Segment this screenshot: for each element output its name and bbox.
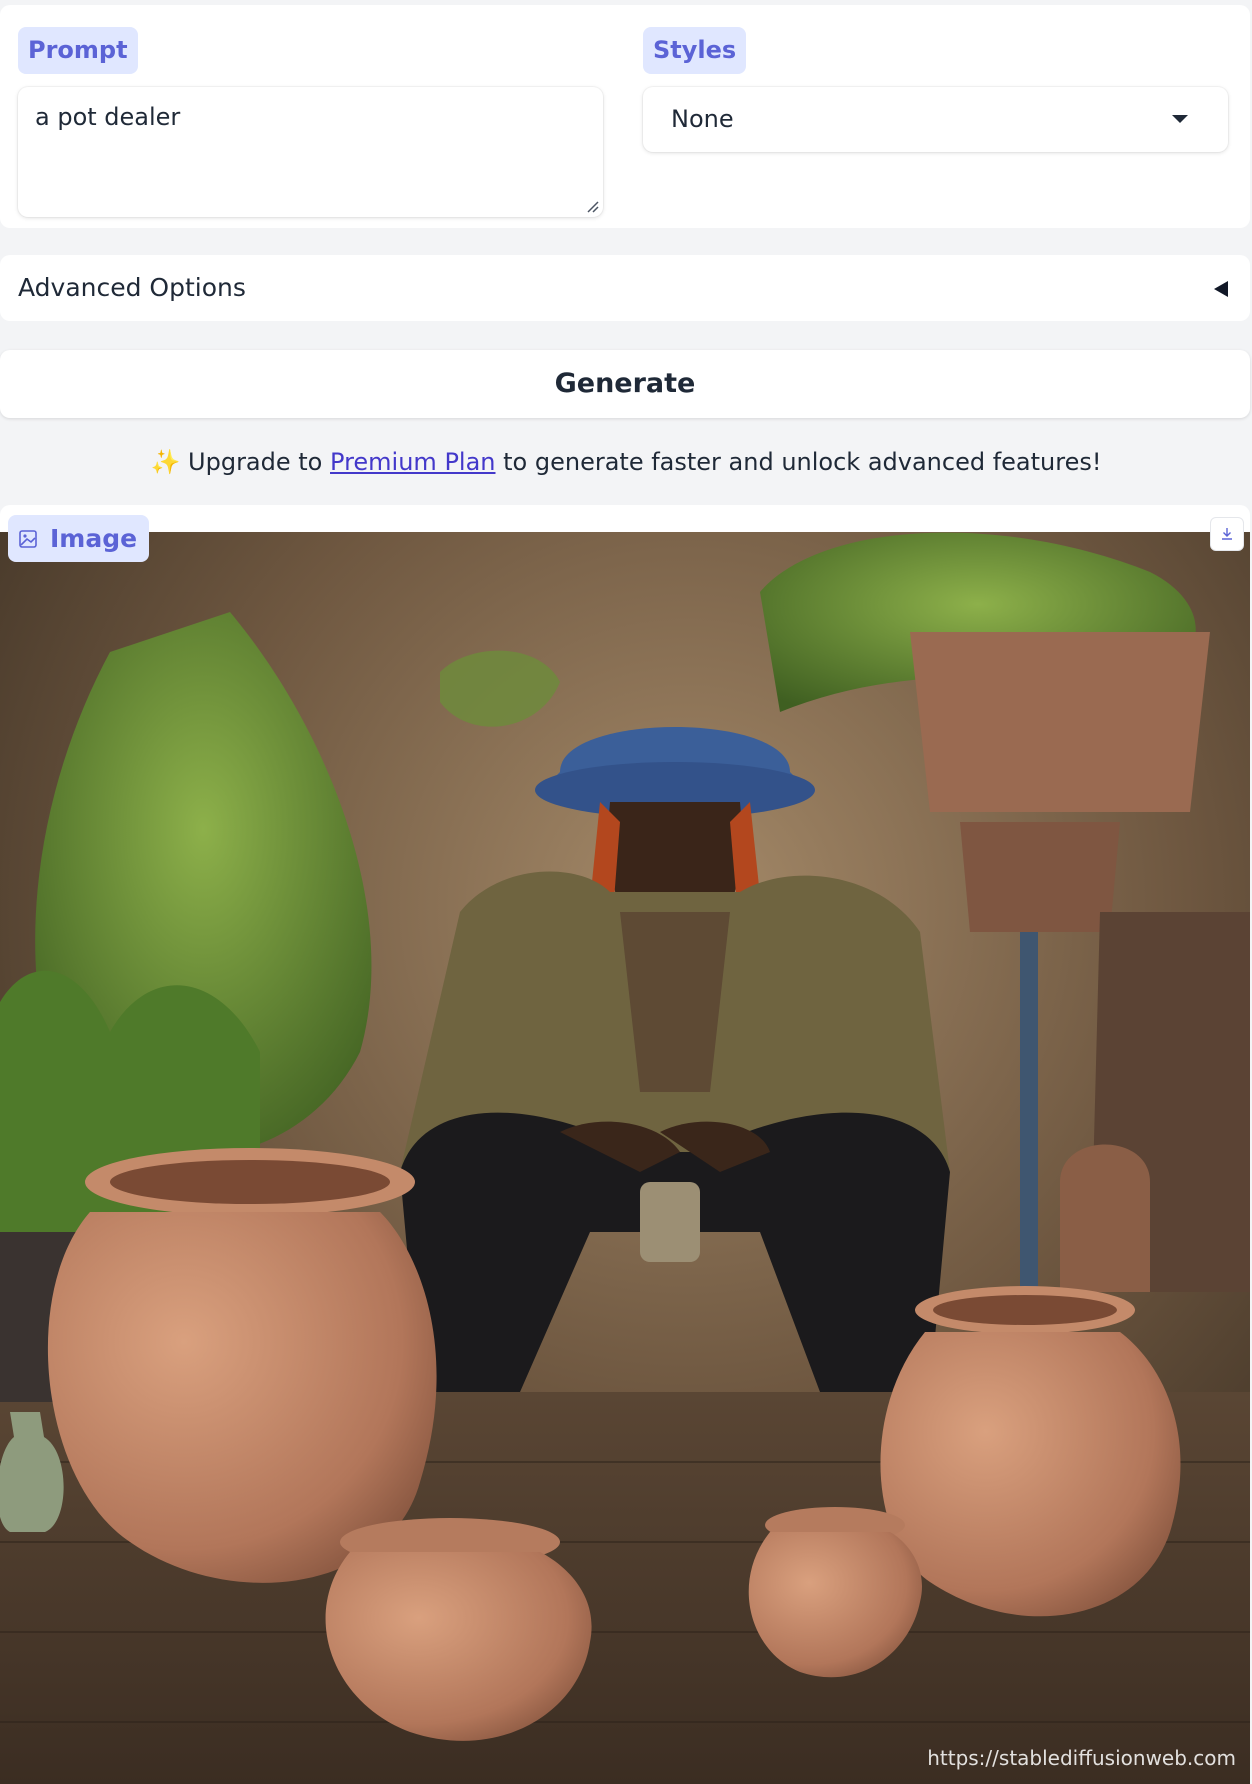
upgrade-text-after: to generate faster and unlock advanced f… [503, 448, 1102, 476]
input-card: Prompt a pot dealer Styles None [0, 5, 1250, 228]
image-label-badge: Image [8, 515, 150, 562]
advanced-options-label: Advanced Options [18, 273, 246, 302]
download-button[interactable] [1210, 517, 1244, 551]
resize-grip-icon[interactable] [585, 199, 599, 213]
advanced-options-toggle[interactable]: Advanced Options [0, 255, 1250, 321]
sparkles-icon: ✨ [150, 448, 181, 476]
styles-selected-value: None [671, 105, 734, 133]
image-label: Image [50, 524, 138, 553]
caret-down-icon [1172, 115, 1188, 123]
prompt-textarea[interactable]: a pot dealer [18, 87, 603, 217]
image-icon [19, 529, 37, 548]
upgrade-text-before: Upgrade to [188, 448, 323, 476]
upgrade-banner: ✨ Upgrade to Premium Plan to generate fa… [0, 438, 1252, 486]
prompt-label: Prompt [18, 27, 138, 74]
download-icon [1222, 528, 1232, 540]
premium-plan-link[interactable]: Premium Plan [330, 448, 495, 476]
prompt-text[interactable]: a pot dealer [35, 103, 180, 131]
watermark-text: https://stablediffusionweb.com [927, 1746, 1236, 1770]
output-image-panel: Image https://stablediffusionweb.com [0, 505, 1250, 1784]
caret-left-icon [1214, 281, 1228, 297]
generated-image[interactable] [0, 532, 1250, 1784]
styles-label: Styles [643, 27, 747, 74]
generate-button[interactable]: Generate [0, 350, 1250, 418]
page: Prompt a pot dealer Styles None Advanced… [0, 0, 1252, 1784]
styles-dropdown[interactable]: None [643, 87, 1228, 152]
